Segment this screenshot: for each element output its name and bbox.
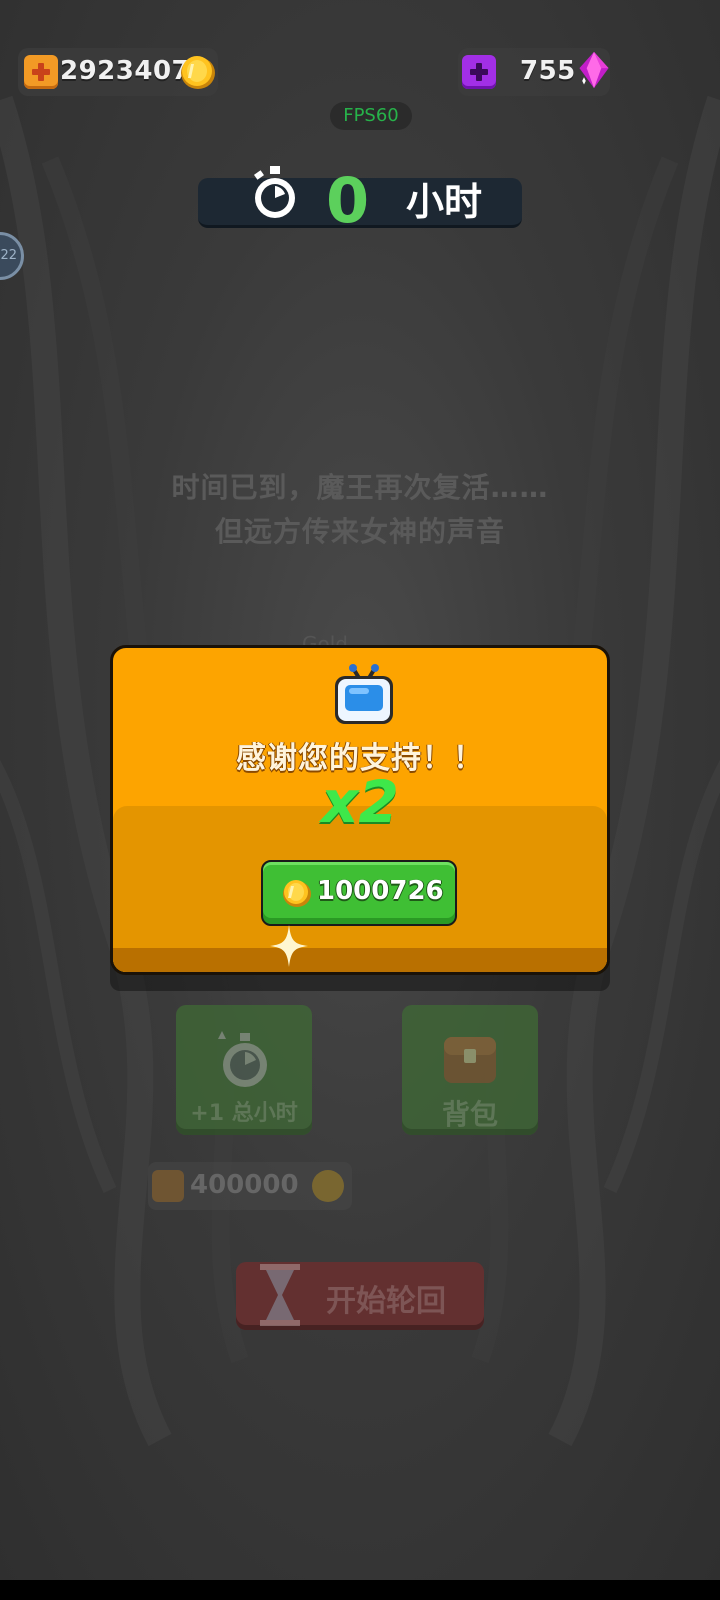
plus-icon (470, 63, 488, 81)
add-hour-button: +1 总小时 (176, 1005, 312, 1135)
hours-timer-panel: 0 小时 (198, 166, 522, 232)
hours-unit-label: 小时 (406, 180, 483, 224)
add-gems-button[interactable] (462, 55, 496, 89)
start-reincarnation-button: 开始轮回 (236, 1262, 484, 1330)
dialog-card: 感谢您的支持！！ x2 1000726 (110, 645, 610, 975)
upgrade-cost-value: 400000 (190, 1170, 299, 1200)
backpack-button: 背包 (402, 1005, 538, 1135)
fps-indicator: FPS60 (330, 102, 412, 130)
add-hour-label: +1 总小时 (190, 1101, 298, 1126)
plus-icon (32, 63, 50, 81)
reward-amount: 1000726 (317, 876, 444, 906)
gold-coin-icon (283, 880, 311, 907)
tv-ad-icon (335, 664, 393, 724)
start-reincarnation-label: 开始轮回 (326, 1284, 446, 1319)
backpack-label: 背包 (441, 1098, 498, 1131)
stopwatch-icon (218, 1031, 267, 1087)
dialog-base (113, 948, 607, 972)
stopwatch-icon (254, 166, 295, 218)
upgrade-cost-bar: 400000 (148, 1162, 352, 1210)
hourglass-icon (260, 1264, 300, 1326)
add-gold-button[interactable] (24, 55, 58, 89)
gem-icon (579, 51, 609, 89)
gold-coin-icon (181, 56, 215, 89)
gem-currency-bar: 755 (458, 48, 610, 96)
gold-currency-bar: 2923407 (18, 48, 218, 96)
gold-coin-icon (312, 1170, 344, 1202)
story-text-line: 但远方传来女神的声音 (214, 515, 505, 548)
reward-dialog: 感谢您的支持！！ x2 1000726 (110, 645, 610, 991)
claim-reward-button[interactable]: 1000726 (261, 860, 457, 926)
sparkle-icon (270, 925, 308, 967)
backpack-icon (444, 1037, 496, 1083)
hours-value: 0 (326, 164, 370, 237)
game-screen: 2923407 755 FPS60 0 小时 22 时间已到，魔王再次复活…… … (0, 0, 720, 1580)
reward-multiplier: x2 (321, 768, 399, 836)
gem-amount: 755 (520, 56, 576, 86)
system-navigation-bar (0, 1580, 720, 1600)
gold-amount: 2923407 (60, 56, 191, 86)
story-text-line: 时间已到，魔王再次复活…… (171, 471, 549, 504)
plus-icon (152, 1170, 184, 1202)
